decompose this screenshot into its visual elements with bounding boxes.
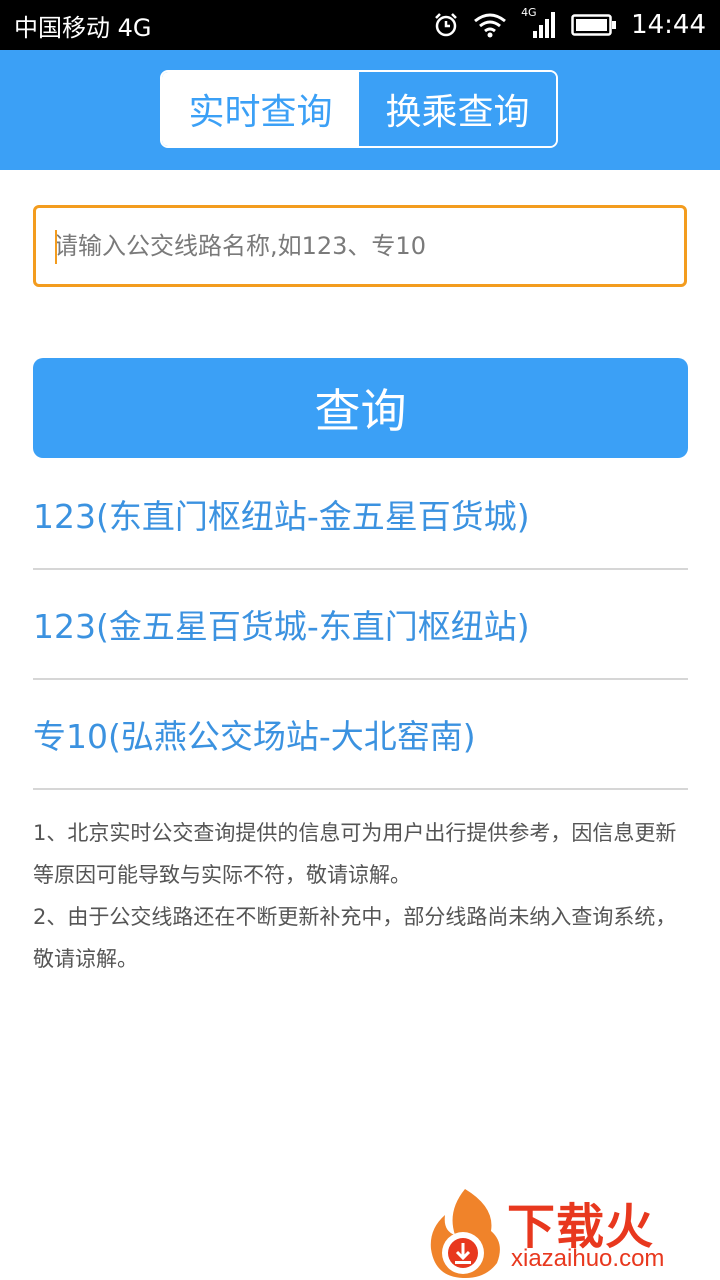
text-cursor xyxy=(55,230,57,264)
clock-time: 14:44 xyxy=(631,10,706,40)
cellular-signal-icon: 4G xyxy=(521,6,557,40)
status-icons: 4G 14:44 xyxy=(433,6,706,40)
watermark-logo: 下载火 xiazaihuo.com xyxy=(425,1185,715,1280)
bus-line-results: 123(东直门枢纽站-金五星百货城) 123(金五星百货城-东直门枢纽站) 专1… xyxy=(33,460,688,790)
carrier-label: 中国移动 4G xyxy=(14,13,152,42)
tab-realtime-query[interactable]: 实时查询 xyxy=(162,72,359,146)
result-item[interactable]: 123(金五星百货城-东直门枢纽站) xyxy=(33,570,688,680)
bus-line-search-input[interactable] xyxy=(36,208,684,284)
alarm-icon xyxy=(433,12,459,38)
watermark-site: xiazaihuo.com xyxy=(511,1245,665,1272)
wifi-icon xyxy=(473,12,507,38)
status-bar: 中国移动 4G 4G 14:44 xyxy=(0,0,720,50)
note-1: 1、北京实时公交查询提供的信息可为用户出行提供参考，因信息更新等原因可能导致与实… xyxy=(33,821,677,887)
tab-transfer-query[interactable]: 换乘查询 xyxy=(359,72,556,146)
result-item[interactable]: 123(东直门枢纽站-金五星百货城) xyxy=(33,460,688,570)
note-2: 2、由于公交线路还在不断更新补充中，部分线路尚未纳入查询系统，敬请谅解。 xyxy=(33,905,677,971)
query-button[interactable]: 查询 xyxy=(33,358,688,458)
app-header: 实时查询 换乘查询 xyxy=(0,50,720,170)
flame-logo-icon xyxy=(430,1189,500,1279)
search-field-wrapper xyxy=(33,205,687,287)
disclaimer-notes: 1、北京实时公交查询提供的信息可为用户出行提供参考，因信息更新等原因可能导致与实… xyxy=(33,812,683,980)
result-item[interactable]: 专10(弘燕公交场站-大北窑南) xyxy=(33,680,688,790)
query-mode-tabs: 实时查询 换乘查询 xyxy=(160,70,558,148)
battery-icon xyxy=(571,13,617,37)
